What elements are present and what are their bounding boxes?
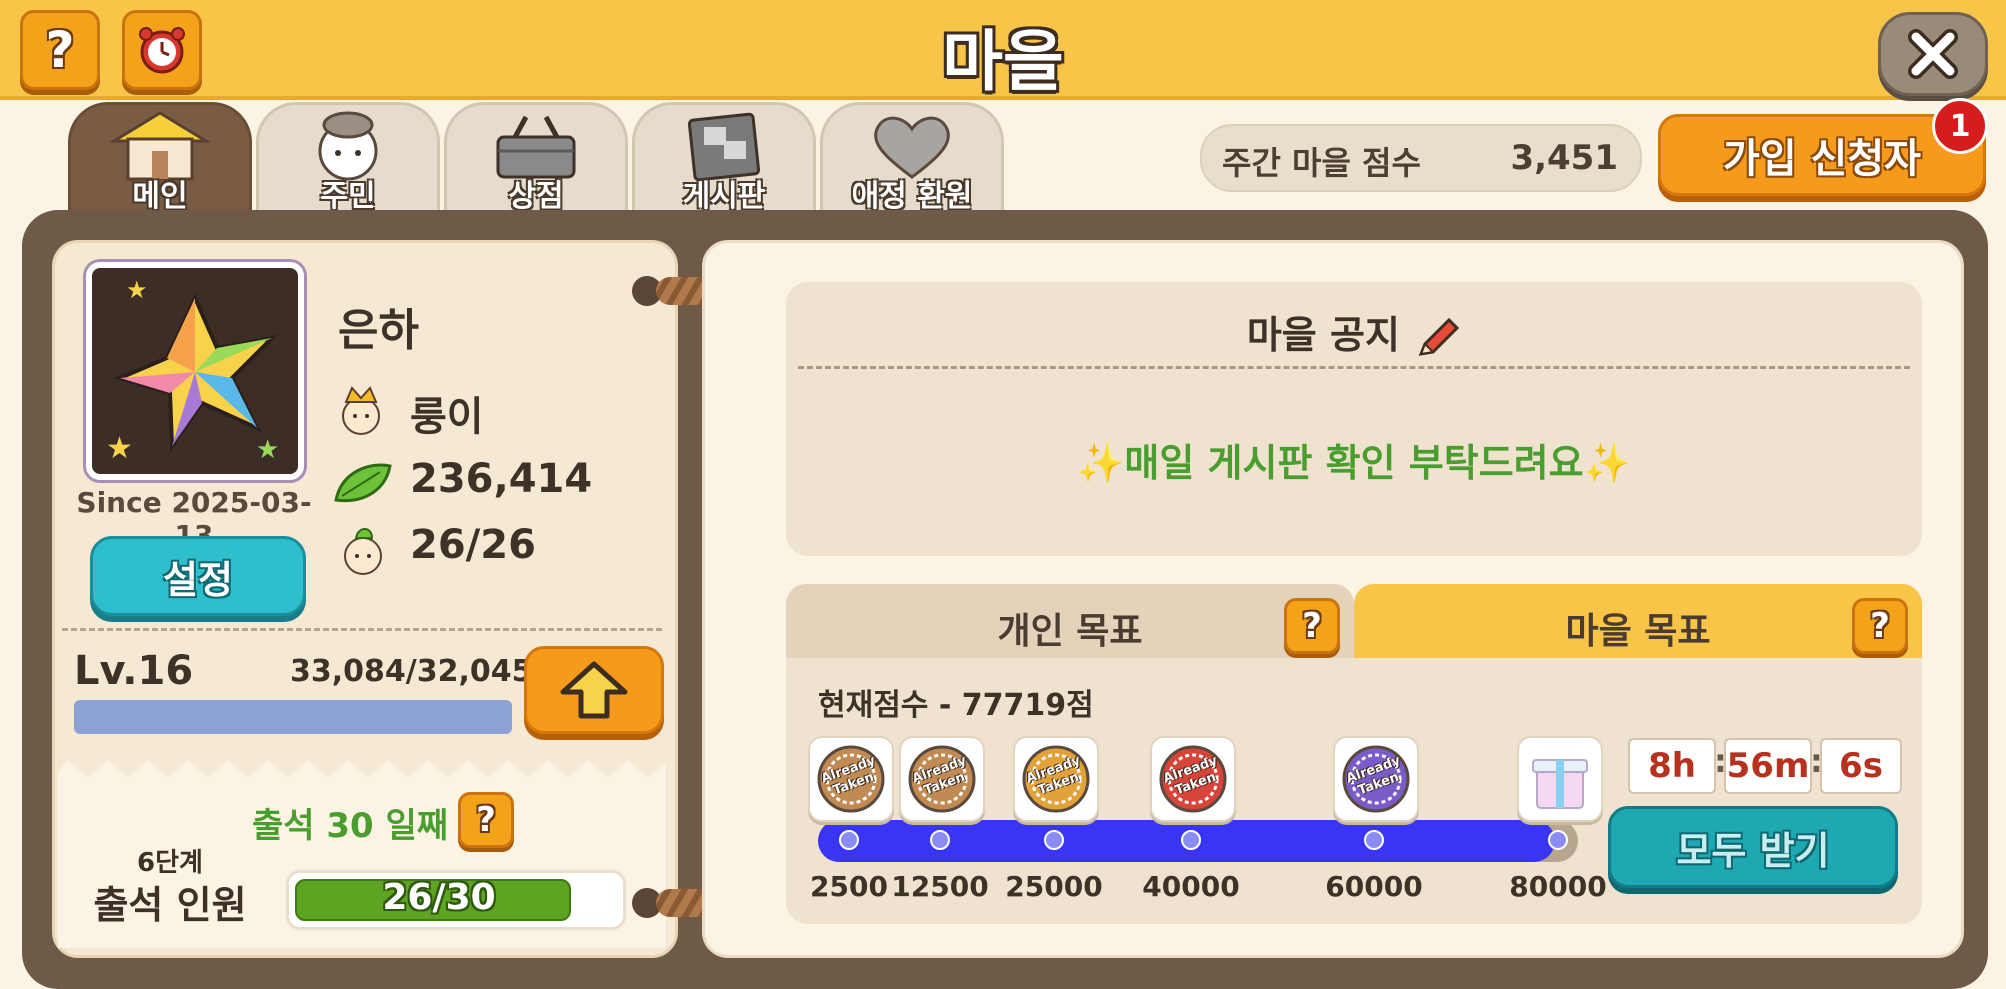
notice-title-text: 마을 공지	[1246, 313, 1400, 357]
milestone-marker	[1364, 830, 1384, 850]
svg-text:★: ★	[126, 276, 148, 304]
tab-villagers-label: 주민	[320, 179, 376, 214]
leaf-icon	[334, 463, 392, 503]
milestone-value: 25000	[1005, 870, 1103, 903]
milestone-value: 80000	[1509, 870, 1607, 903]
tab-affection[interactable]: 애정 환원	[820, 102, 1004, 215]
milestone-reward[interactable]: Already Taken	[1013, 736, 1099, 822]
tab-villagers[interactable]: 주민	[256, 102, 440, 215]
settings-label: 설정	[163, 557, 233, 602]
timer-minutes: 56m	[1724, 738, 1812, 794]
notice-divider	[798, 366, 1910, 369]
village-level: Lv.16	[74, 648, 194, 694]
milestone-reward[interactable]: Already Taken	[1150, 736, 1236, 822]
svg-text:★: ★	[106, 431, 133, 466]
weekly-score-box: 주간 마을 점수 3,451	[1200, 124, 1642, 192]
milestone-reward[interactable]: Already Taken	[808, 736, 894, 822]
milestone-marker	[1548, 830, 1568, 850]
notice-message: ✨매일 게시판 확인 부탁드려요✨	[1077, 441, 1631, 485]
close-button[interactable]	[1878, 12, 1988, 96]
village-emblem: ★ ★ ★	[86, 262, 304, 480]
question-icon: ?	[1302, 606, 1322, 646]
level-up-button[interactable]	[524, 646, 664, 734]
timer-seconds: 6s	[1820, 738, 1902, 794]
leaf-emblem-icon: ★ ★ ★	[106, 276, 279, 466]
receive-all-button[interactable]: 모두 받기	[1608, 806, 1898, 888]
tab-main[interactable]: 메인	[68, 102, 252, 215]
close-icon	[1908, 29, 1958, 79]
level-exp: 33,084/32,045	[290, 654, 533, 689]
current-score: 현재점수 - 77719점	[818, 688, 1094, 723]
village-goal-help-button[interactable]: ?	[1852, 598, 1908, 654]
notice-title: 마을 공지	[786, 304, 1922, 360]
tab-shop[interactable]: 상점	[444, 102, 628, 215]
tab-village-goal[interactable]: 마을 목표 ?	[1354, 584, 1922, 660]
attendance-days: 출석 30 일째	[252, 806, 449, 846]
leader-crown-icon	[342, 386, 380, 435]
join-requests-badge: 1	[1932, 98, 1988, 154]
weekly-score-value: 3,451	[1510, 138, 1618, 178]
attendance-progress-bar: 26/30	[286, 870, 626, 930]
village-goal-body: 현재점수 - 77719점 Already Taken 2500 Already T…	[786, 658, 1922, 924]
village-name: 은하	[338, 305, 419, 356]
arrow-up-icon	[560, 661, 628, 719]
tab-main-label: 메인	[132, 179, 188, 214]
attendance-help-button[interactable]: ?	[458, 792, 514, 848]
join-requests-label: 가입 신청자	[1723, 136, 1921, 182]
personal-goal-label: 개인 목표	[997, 611, 1143, 652]
tab-shop-label: 상점	[508, 179, 564, 214]
milestone-marker	[930, 830, 950, 850]
weekly-score-label: 주간 마을 점수	[1222, 144, 1421, 182]
receive-all-label: 모두 받기	[1676, 828, 1830, 873]
member-icon	[344, 528, 382, 575]
pencil-icon	[1418, 317, 1460, 356]
village-goal-label: 마을 목표	[1565, 611, 1711, 652]
milestone-marker	[1044, 830, 1064, 850]
divider	[62, 628, 662, 631]
milestone-marker	[839, 830, 859, 850]
attendance-label: 출석 인원	[93, 883, 247, 927]
tab-board-label: 게시판	[682, 179, 766, 214]
settings-button[interactable]: 설정	[90, 536, 306, 616]
leader-name: 룽이	[410, 394, 484, 440]
question-icon: ?	[476, 800, 496, 840]
level-progress-bar	[74, 700, 512, 734]
member-count: 26/26	[410, 522, 536, 568]
svg-text:★: ★	[256, 435, 279, 465]
notice-box: 마을 공지 ✨매일 게시판 확인 부탁드려요✨	[786, 282, 1922, 556]
tab-affection-label: 애정 환원	[851, 179, 973, 214]
milestone-reward[interactable]	[1517, 736, 1603, 822]
milestone-value: 60000	[1325, 870, 1423, 903]
milestone-reward[interactable]: Already Taken	[1333, 736, 1419, 822]
leaf-count: 236,414	[410, 456, 593, 502]
tab-personal-goal[interactable]: 개인 목표 ?	[786, 584, 1354, 660]
timer-hours: 8h	[1628, 738, 1716, 794]
personal-goal-help-button[interactable]: ?	[1284, 598, 1340, 654]
milestone-value: 12500	[891, 870, 989, 903]
question-icon: ?	[1870, 606, 1890, 646]
milestone-value: 40000	[1142, 870, 1240, 903]
tab-board[interactable]: 게시판	[632, 102, 816, 215]
milestone-marker	[1181, 830, 1201, 850]
milestone-reward[interactable]: Already Taken	[899, 736, 985, 822]
zigzag-edge	[58, 748, 666, 778]
gift-box-icon	[1532, 759, 1588, 809]
window-title: 마을	[942, 23, 1064, 100]
attendance-progress-text: 26/30	[382, 877, 496, 918]
